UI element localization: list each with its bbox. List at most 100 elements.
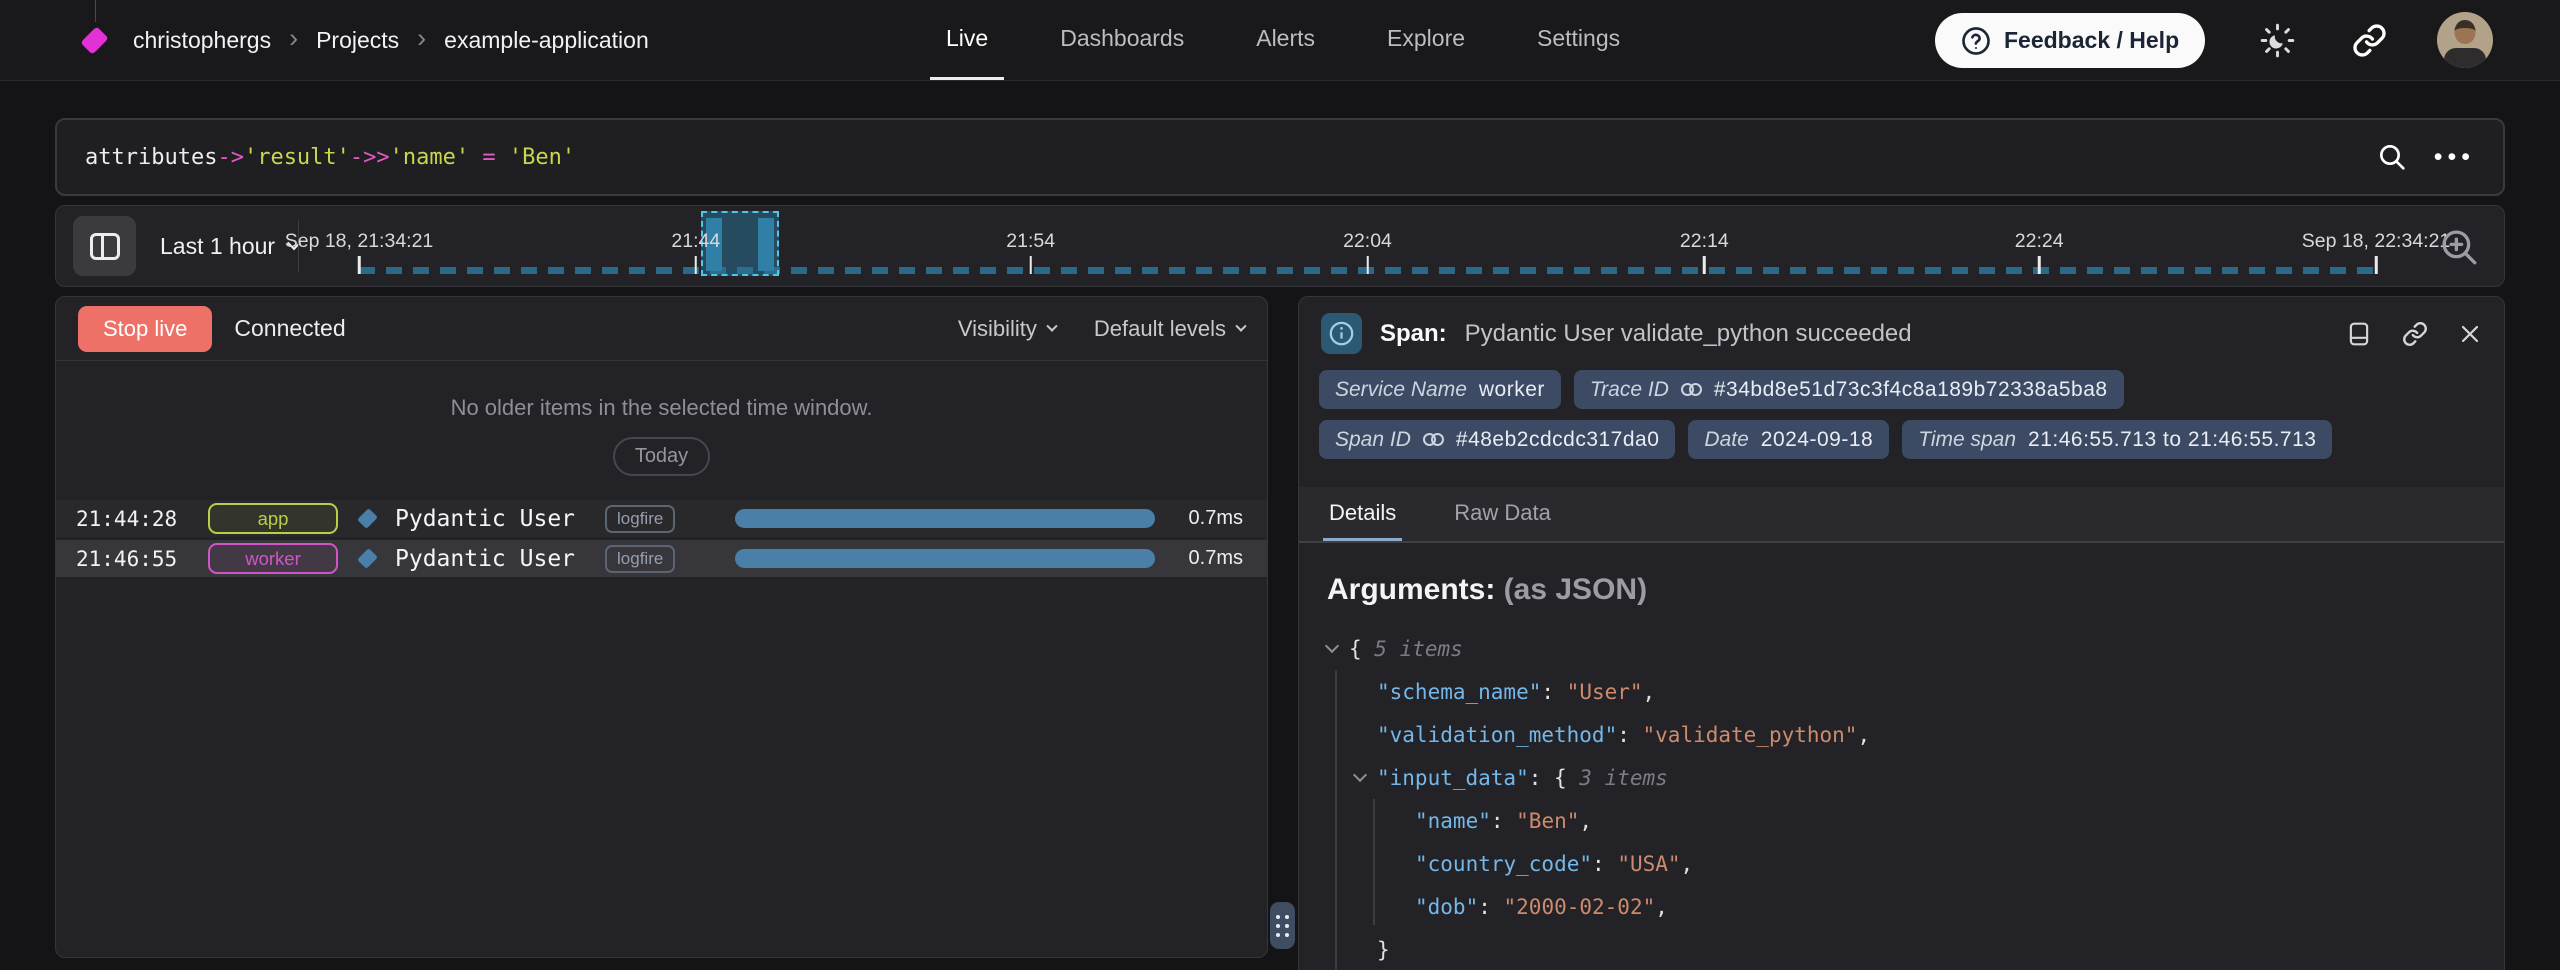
more-options-icon[interactable]: ••• — [2434, 143, 2475, 172]
json-token: "country_code" — [1415, 852, 1592, 876]
stop-live-button[interactable]: Stop live — [78, 306, 212, 352]
detail-content: Arguments: (as JSON) { 5 items "schema_na… — [1299, 543, 2504, 970]
json-line: "schema_name": "User", — [1327, 670, 2476, 713]
span-kind-label: Span: — [1380, 320, 1447, 348]
badge-value: #34bd8e51d73c3f4c8a189b72338a5ba8 — [1714, 378, 2108, 402]
sidebar-toggle-icon — [90, 233, 120, 260]
span-attribute-badge[interactable]: Span ID#48eb2cdcdc317da0 — [1319, 420, 1675, 459]
feedback-help-button[interactable]: Feedback / Help — [1935, 13, 2205, 68]
query-input[interactable]: attributes->'result'->>'name' = 'Ben' — [85, 145, 2376, 170]
json-line: } — [1327, 928, 2476, 970]
badge-value: worker — [1479, 378, 1545, 402]
open-panel-icon[interactable] — [2346, 321, 2372, 347]
timeline-tick-mark — [358, 256, 361, 274]
tab-explore[interactable]: Explore — [1371, 0, 1481, 80]
query-token: 'name' — [390, 145, 469, 170]
query-bar[interactable]: attributes->'result'->>'name' = 'Ben' ••… — [55, 118, 2505, 196]
json-caret-icon[interactable] — [1353, 768, 1367, 782]
trace-list: 21:44:28appPydantic Userlogfire0.7ms21:4… — [56, 500, 1267, 577]
json-line: "validation_method": "validate_python", — [1327, 713, 2476, 756]
span-detail-header: Span: Pydantic User validate_python succ… — [1299, 297, 2504, 366]
copy-link-icon[interactable] — [2402, 321, 2428, 347]
empty-window-message: No older items in the selected time wind… — [56, 395, 1267, 421]
json-token: "Ben" — [1516, 809, 1579, 833]
json-line: "name": "Ben", — [1327, 799, 2476, 842]
badge-label: Trace ID — [1590, 378, 1669, 402]
timeline-bar: Last 1 hour Sep 18, 21:34:2121:4421:5422… — [55, 205, 2505, 287]
avatar-head — [2455, 20, 2476, 44]
default-levels-dropdown[interactable]: Default levels — [1094, 316, 1245, 342]
timeline-tick-label: Sep 18, 21:34:21 — [285, 230, 434, 253]
trace-time: 21:44:28 — [76, 507, 208, 531]
timeline-track[interactable]: Sep 18, 21:34:2121:4421:5422:0422:1422:2… — [359, 206, 2376, 286]
span-attribute-badge[interactable]: Time span 21:46:55.713 to 21:46:55.713 — [1902, 420, 2332, 459]
timeline-tick-label: Sep 18, 22:34:21 — [2302, 230, 2451, 253]
duration-bar — [735, 549, 1155, 568]
tab-settings[interactable]: Settings — [1521, 0, 1636, 80]
date-pill-wrap: Today — [56, 421, 1267, 476]
link-icon — [1681, 383, 1702, 396]
json-token: 5 items — [1374, 637, 1463, 661]
json-caret-icon[interactable] — [1325, 639, 1339, 653]
user-avatar[interactable] — [2437, 12, 2493, 68]
badge-value: 2024-09-18 — [1761, 428, 1873, 452]
default-levels-label: Default levels — [1094, 316, 1226, 342]
query-token: 'Ben' — [509, 145, 575, 170]
json-token: "2000-02-02" — [1504, 895, 1656, 919]
span-attribute-badge[interactable]: Date2024-09-18 — [1688, 420, 1889, 459]
span-diamond-icon — [357, 548, 378, 569]
detail-tab-details[interactable]: Details — [1323, 487, 1402, 541]
trace-row[interactable]: 21:46:55workerPydantic Userlogfire0.7ms — [56, 540, 1267, 577]
panel-resize-handle[interactable] — [1270, 902, 1295, 949]
badge-row: Service Nameworker Trace ID #34bd8e51d73c3… — [1319, 370, 2484, 409]
info-icon — [1321, 313, 1362, 354]
json-token: , — [1643, 680, 1656, 704]
logfire-tag: logfire — [605, 505, 675, 533]
json-token: "User" — [1567, 680, 1643, 704]
tab-live[interactable]: Live — [930, 0, 1004, 80]
today-pill[interactable]: Today — [613, 437, 710, 476]
sidebar-toggle-button[interactable] — [73, 216, 136, 276]
link-ring — [1431, 433, 1444, 446]
detail-tab-raw-data[interactable]: Raw Data — [1448, 487, 1557, 541]
breadcrumb-org[interactable]: christophergs — [133, 27, 271, 54]
span-attribute-badge[interactable]: Trace ID #34bd8e51d73c3f4c8a189b72338a5ba… — [1574, 370, 2124, 409]
span-attribute-badge[interactable]: Service Nameworker — [1319, 370, 1561, 409]
logfire-logo-icon[interactable] — [80, 26, 108, 54]
json-token: : { — [1529, 766, 1580, 790]
breadcrumb-projects[interactable]: Projects — [316, 27, 399, 54]
json-token: , — [1857, 723, 1870, 747]
json-token: : — [1617, 723, 1642, 747]
trace-row[interactable]: 21:44:28appPydantic Userlogfire0.7ms — [56, 500, 1267, 537]
theme-toggle-icon[interactable] — [2260, 23, 2295, 58]
tab-alerts[interactable]: Alerts — [1240, 0, 1331, 80]
json-token: "validation_method" — [1377, 723, 1617, 747]
search-icon[interactable] — [2376, 141, 2408, 173]
avatar-body — [2444, 48, 2486, 68]
close-icon[interactable] — [2458, 322, 2482, 346]
timeline-tick-label: 21:44 — [671, 230, 720, 253]
duration-label: 0.7ms — [1171, 507, 1243, 530]
badge-label: Time span — [1918, 428, 2016, 452]
json-token: : — [1491, 809, 1516, 833]
time-range-dropdown[interactable]: Last 1 hour — [160, 206, 299, 286]
visibility-dropdown[interactable]: Visibility — [958, 316, 1056, 342]
breadcrumb-project-name[interactable]: example-application — [444, 27, 649, 54]
timeline-tick-label: 22:14 — [1680, 230, 1729, 253]
arguments-heading-main: Arguments: — [1327, 573, 1495, 606]
zoom-in-icon[interactable] — [2438, 226, 2480, 268]
badge-value: 21:46:55.713 to 21:46:55.713 — [2028, 428, 2316, 452]
tab-dashboards[interactable]: Dashboards — [1044, 0, 1200, 80]
json-line: "dob": "2000-02-02", — [1327, 885, 2476, 928]
json-token: : — [1592, 852, 1617, 876]
badge-row: Span ID#48eb2cdcdc317da0 Date2024-09-18 Ti… — [1319, 420, 2484, 459]
logfire-tag: logfire — [605, 545, 675, 573]
span-name: Pydantic User — [395, 506, 575, 532]
json-token: : — [1541, 680, 1566, 704]
arguments-heading: Arguments: (as JSON) — [1327, 573, 2476, 607]
timeline-tick-mark — [1703, 256, 1706, 274]
json-token: { — [1349, 637, 1374, 661]
share-link-icon[interactable] — [2352, 23, 2387, 58]
live-view-panel: Stop live Connected Visibility Default l… — [55, 296, 1268, 958]
span-title: Pydantic User validate_python succeeded — [1465, 320, 1912, 348]
